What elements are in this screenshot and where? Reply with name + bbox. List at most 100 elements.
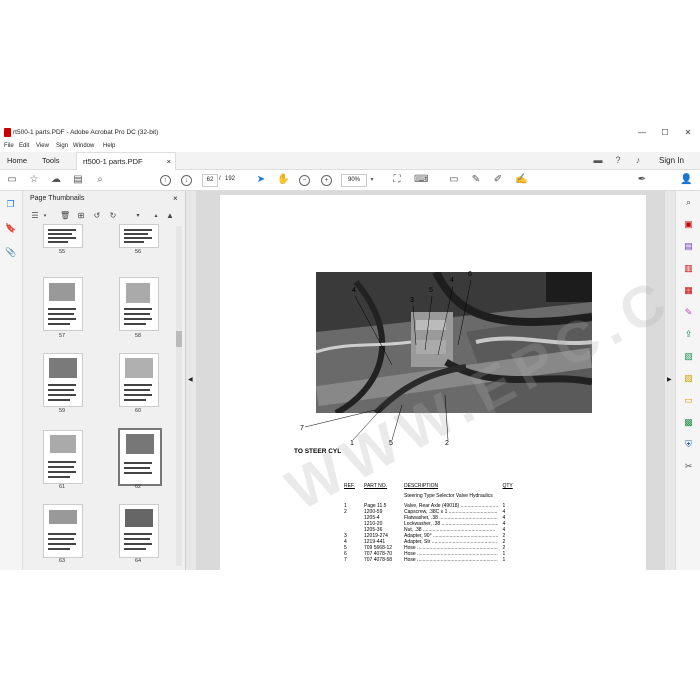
tab-document-label: rt500-1 parts.PDF <box>83 157 143 166</box>
tab-tools[interactable]: Tools <box>36 152 66 169</box>
minimize-button[interactable]: — <box>632 127 652 139</box>
bookmarks-icon[interactable]: 🔖 <box>5 223 16 234</box>
comment-icon[interactable]: ▭ <box>448 174 460 186</box>
sign-pen-icon[interactable]: ✒ <box>636 174 648 186</box>
export-icon[interactable]: ⇪ <box>683 329 694 340</box>
rotate-right-icon[interactable]: ↻ <box>108 211 118 221</box>
combine-files-icon[interactable]: ▤ <box>683 241 694 252</box>
search-icon[interactable]: ⌕ <box>94 174 106 186</box>
more-tools-icon[interactable]: ✂ <box>683 461 694 472</box>
previous-page-icon[interactable]: ↑ <box>160 175 171 186</box>
fill-sign-icon[interactable]: ✍ <box>515 174 527 186</box>
delete-page-icon[interactable]: 🗑 <box>60 211 70 221</box>
bookmark-star-icon[interactable]: ☆ <box>28 174 40 186</box>
edit-pdf-icon[interactable]: ✎ <box>683 307 694 318</box>
page-number-input[interactable]: 62 <box>202 174 218 187</box>
table-section-title: Steering Type Selector Valve Hydraulics <box>404 493 493 499</box>
thumbnail-label: 58 <box>134 333 142 339</box>
bell-icon[interactable]: ♪ <box>632 154 644 166</box>
menu-window[interactable]: Window <box>73 143 94 149</box>
zoom-dropdown-icon[interactable]: ▾ <box>366 174 378 186</box>
zoom-level-field[interactable]: 90% <box>341 174 367 187</box>
menu-edit[interactable]: Edit <box>19 143 29 149</box>
zoom-in-icon[interactable]: + <box>321 175 332 186</box>
rotate-left-icon[interactable]: ↺ <box>92 211 102 221</box>
attachments-icon[interactable]: 📎 <box>5 247 16 258</box>
tab-close-icon[interactable]: × <box>167 153 171 170</box>
protect-icon[interactable]: ⛨ <box>683 439 694 450</box>
select-cursor-icon[interactable]: ➤ <box>255 174 267 186</box>
menu-help[interactable]: Help <box>103 143 115 149</box>
title-bar: rt500-1 parts.PDF - Adobe Acrobat Pro DC… <box>0 125 700 141</box>
panel-splitter[interactable]: ◀ <box>186 191 196 570</box>
menu-view[interactable]: View <box>36 143 49 149</box>
thumbnail-page-61[interactable] <box>43 430 83 484</box>
thumbnail-label: 59 <box>58 408 66 414</box>
thumbnail-page-62-selected[interactable] <box>118 428 162 486</box>
thumbnail-label: 61 <box>58 484 66 490</box>
thumbnail-smaller-icon[interactable]: ▲ <box>151 211 161 221</box>
upload-cloud-icon[interactable]: ☁ <box>50 174 62 186</box>
document-view: WWW.EPC.COM 4 3 5 4 6 7 1 5 2 TO STEER C… <box>196 191 700 570</box>
panel-menu-icon[interactable]: ▾ <box>133 211 143 221</box>
draw-icon[interactable]: ✐ <box>492 174 504 186</box>
cell-part-no: 707 4078-58 <box>364 557 393 563</box>
thumbnail-page-55[interactable] <box>43 224 83 248</box>
thumbnail-page-58[interactable] <box>119 277 159 331</box>
thumbnail-larger-icon[interactable]: ▲ <box>165 211 175 221</box>
save-icon[interactable]: ▭ <box>6 174 18 186</box>
tab-home[interactable]: Home <box>1 152 33 169</box>
next-page-icon[interactable]: ↓ <box>181 175 192 186</box>
zoom-out-icon[interactable]: − <box>299 175 310 186</box>
thumbnail-page-59[interactable] <box>43 353 83 407</box>
thumbnail-options-icon[interactable]: ☰ <box>30 211 40 221</box>
page-thumbnails-icon[interactable]: ❐ <box>5 199 16 210</box>
menu-file[interactable]: File <box>4 143 14 149</box>
search-tools-icon[interactable]: ⌕ <box>683 197 694 208</box>
acrobat-window: rt500-1 parts.PDF - Adobe Acrobat Pro DC… <box>0 125 700 570</box>
maximize-button[interactable]: ☐ <box>655 127 675 139</box>
thumbnail-label: 64 <box>134 558 142 564</box>
options-dropdown-icon[interactable]: ▾ <box>40 211 50 221</box>
print-icon[interactable]: ▤ <box>72 174 84 186</box>
chat-icon[interactable]: ▬ <box>592 154 604 166</box>
hand-tool-icon[interactable]: ✋ <box>277 174 289 186</box>
right-panel-splitter[interactable]: ▶ <box>665 191 675 570</box>
comment-tool-icon[interactable]: ▭ <box>683 395 694 406</box>
fit-page-icon[interactable]: ⛶ <box>391 174 403 186</box>
panel-scrollbar-thumb[interactable] <box>176 331 182 347</box>
cell-ref: 7 <box>344 557 347 563</box>
thumbnail-page-64[interactable] <box>119 504 159 558</box>
cell-description: Hose ...................................… <box>404 557 498 563</box>
menu-sign[interactable]: Sign <box>56 143 68 149</box>
thumbnail-label: 55 <box>58 249 66 255</box>
create-pdf-icon[interactable]: ▦ <box>683 285 694 296</box>
main-toolbar: ▭ ☆ ☁ ▤ ⌕ ↑ ↓ 62 / 192 ➤ ✋ − + 90% ▾ ⛶ ⌨… <box>0 170 700 191</box>
highlight-pen-icon[interactable]: ✎ <box>470 174 482 186</box>
sign-in-link[interactable]: Sign In <box>659 156 684 165</box>
print-production-icon[interactable]: ▩ <box>683 417 694 428</box>
menu-bar: File Edit View Sign Window Help <box>0 141 700 152</box>
collapse-panel-icon[interactable]: ◀ <box>188 376 193 383</box>
compress-pdf-icon[interactable]: ▨ <box>683 373 694 384</box>
panel-scrollbar[interactable] <box>176 226 182 566</box>
export-pdf-icon[interactable]: ▣ <box>683 219 694 230</box>
left-nav-rail: ❐ 🔖 📎 <box>0 191 23 570</box>
panel-close-icon[interactable]: × <box>173 191 178 207</box>
thumbnail-page-60[interactable] <box>119 353 159 407</box>
expand-right-panel-icon[interactable]: ▶ <box>667 376 672 383</box>
parts-table: REF. PART NO. DESCRIPTION QTY Steering T… <box>344 483 517 563</box>
organize-pages-icon[interactable]: ▥ <box>683 263 694 274</box>
panel-title: Page Thumbnails <box>30 195 85 202</box>
thumbnail-page-63[interactable] <box>43 504 83 558</box>
keyboard-icon[interactable]: ⌨ <box>414 174 428 186</box>
close-window-button[interactable]: ✕ <box>678 127 698 139</box>
tab-document[interactable]: rt500-1 parts.PDF × <box>76 152 176 170</box>
thumbnail-page-56[interactable] <box>119 224 159 248</box>
page-thumbnails-panel: Page Thumbnails × ☰ ▾ 🗑 ⊞ ↺ ↻ ▾ ▲ ▲ 55 5… <box>23 191 186 570</box>
help-icon[interactable]: ? <box>612 154 624 166</box>
scan-ocr-icon[interactable]: ▧ <box>683 351 694 362</box>
add-user-icon[interactable]: 👤 <box>680 174 692 186</box>
insert-page-icon[interactable]: ⊞ <box>76 211 86 221</box>
thumbnail-page-57[interactable] <box>43 277 83 331</box>
